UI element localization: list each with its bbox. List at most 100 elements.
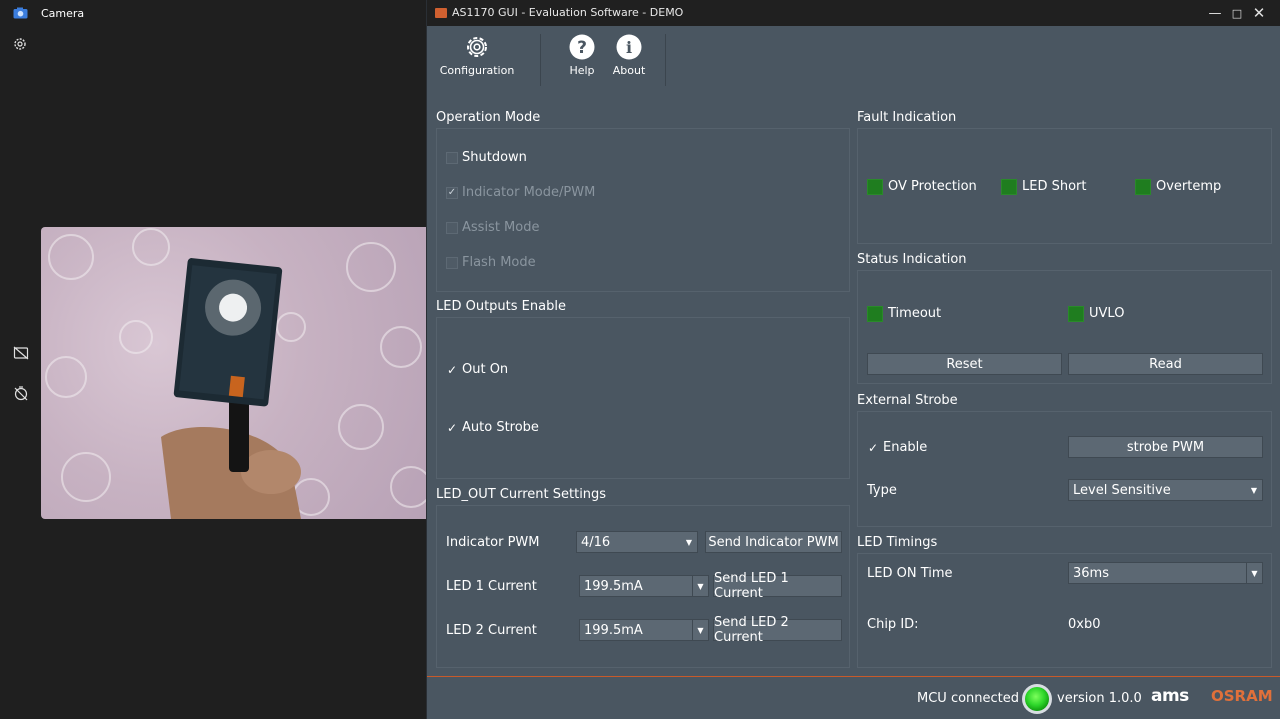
led-on-time-value: 36ms [1073,565,1109,581]
led1-current-label: LED 1 Current [446,579,537,594]
help-button[interactable]: ? Help [565,26,599,90]
enable-label: Enable [883,440,928,455]
camera-app-icon [13,7,28,19]
ams-logo: ams [1151,686,1189,706]
auto-strobe-checkbox[interactable]: ✓ Auto Strobe [446,420,539,435]
camera-titlebar: Camera [0,0,426,28]
chip-id-label: Chip ID: [867,617,919,632]
led2-current-label: LED 2 Current [446,623,537,638]
svg-text:i: i [626,38,632,57]
checkbox-box [446,256,458,269]
check-icon: ✓ [446,362,458,377]
auto-strobe-label: Auto Strobe [462,420,539,435]
send-indicator-pwm-label: Send Indicator PWM [708,534,839,550]
chip-id-value: 0xb0 [1068,617,1101,632]
camera-title: Camera [41,7,85,20]
gear-icon [467,37,487,57]
chevron-down-icon[interactable]: ▼ [692,620,708,640]
app-title: AS1170 GUI - Evaluation Software - DEMO [452,6,684,19]
checkbox-box: ✓ [446,186,458,199]
check-icon: ✓ [446,420,458,435]
read-button[interactable]: Read [1068,353,1263,375]
overtemp-label: Overtemp [1156,179,1222,194]
osram-logo: OSRAM [1211,687,1273,705]
about-button[interactable]: i About [611,26,647,90]
led-on-time-label: LED ON Time [867,566,953,581]
led-short-indicator [1001,179,1017,195]
info-icon: i [616,34,642,60]
chevron-down-icon: ▼ [685,537,693,547]
led-short-label: LED Short [1022,179,1087,194]
svg-text:?: ? [577,38,587,58]
configuration-label: Configuration [439,64,515,77]
timer-off-icon[interactable] [13,385,29,401]
indicator-pwm-label: Indicator PWM [446,535,540,550]
read-label: Read [1149,356,1182,372]
checkbox-box [446,221,458,234]
indicator-mode-label: Indicator Mode/PWM [462,185,596,200]
operation-mode-title: Operation Mode [436,110,541,125]
connection-status-led-icon [1022,684,1052,714]
strobe-pwm-button[interactable]: strobe PWM [1068,436,1263,458]
type-select[interactable]: Level Sensitive ▼ [1068,479,1263,501]
indicator-pwm-select[interactable]: 4/16 ▼ [576,531,698,553]
shutdown-label: Shutdown [462,150,527,165]
checkbox-box [446,151,458,164]
send-led1-current-label: Send LED 1 Current [714,571,789,601]
send-led2-current-button[interactable]: Send LED 2 Current [713,615,842,645]
led-outputs-panel [436,317,850,479]
timeout-indicator [867,306,883,322]
toolbar-divider [665,34,666,86]
enable-checkbox[interactable]: ✓ Enable [867,440,927,455]
chevron-down-icon: ▼ [1250,485,1258,495]
send-led1-current-button[interactable]: Send LED 1 Current [713,571,842,601]
indicator-mode-checkbox[interactable]: ✓ Indicator Mode/PWM [446,185,595,200]
ov-protection-label: OV Protection [888,179,977,194]
help-icon: ? [569,34,595,60]
out-on-label: Out On [462,362,509,377]
camera-window: Camera [0,0,426,719]
assist-mode-label: Assist Mode [462,220,540,235]
reset-button[interactable]: Reset [867,353,1062,375]
led-out-current-title: LED_OUT Current Settings [436,487,607,502]
external-strobe-title: External Strobe [857,393,958,408]
close-button[interactable]: ✕ [1237,0,1280,26]
app-titlebar: AS1170 GUI - Evaluation Software - DEMO … [427,0,1280,26]
indicator-pwm-value: 4/16 [581,534,611,550]
about-label: About [612,64,646,77]
fault-indication-title: Fault Indication [857,110,957,125]
flash-mode-checkbox[interactable]: Flash Mode [446,255,536,270]
led2-current-combo[interactable]: 199.5mA ▼ [579,619,709,641]
ov-protection-indicator [867,179,883,195]
toolbar: Configuration ? Help i About [427,26,1280,90]
as1170-window: AS1170 GUI - Evaluation Software - DEMO … [426,0,1280,719]
toolbar-divider [540,34,541,86]
help-label: Help [569,64,595,77]
overtemp-indicator [1135,179,1151,195]
led-timings-title: LED Timings [857,535,938,550]
send-led2-current-label: Send LED 2 Current [714,615,789,645]
configuration-button[interactable]: Configuration [439,26,515,90]
led1-current-combo[interactable]: 199.5mA ▼ [579,575,709,597]
type-value: Level Sensitive [1073,482,1171,498]
flash-mode-label: Flash Mode [462,255,536,270]
shutdown-checkbox[interactable]: Shutdown [446,150,527,165]
out-on-checkbox[interactable]: ✓ Out On [446,362,508,377]
strobe-pwm-label: strobe PWM [1126,439,1205,455]
settings-gear-icon[interactable] [12,36,28,52]
assist-mode-checkbox[interactable]: Assist Mode [446,220,539,235]
external-strobe-panel [857,411,1272,527]
reset-label: Reset [946,356,983,372]
chevron-down-icon[interactable]: ▼ [1246,563,1262,583]
version-label: version 1.0.0 [1057,691,1142,706]
camera-preview [41,227,426,519]
send-indicator-pwm-button[interactable]: Send Indicator PWM [705,531,842,553]
camera-preview-image [45,228,426,519]
app-logo-icon [435,8,447,18]
led2-current-value: 199.5mA [584,622,643,638]
type-label: Type [867,483,897,498]
led-on-time-combo[interactable]: 36ms ▼ [1068,562,1263,584]
chevron-down-icon[interactable]: ▼ [692,576,708,596]
hdr-off-icon[interactable] [13,345,29,361]
led1-current-value: 199.5mA [584,578,643,594]
